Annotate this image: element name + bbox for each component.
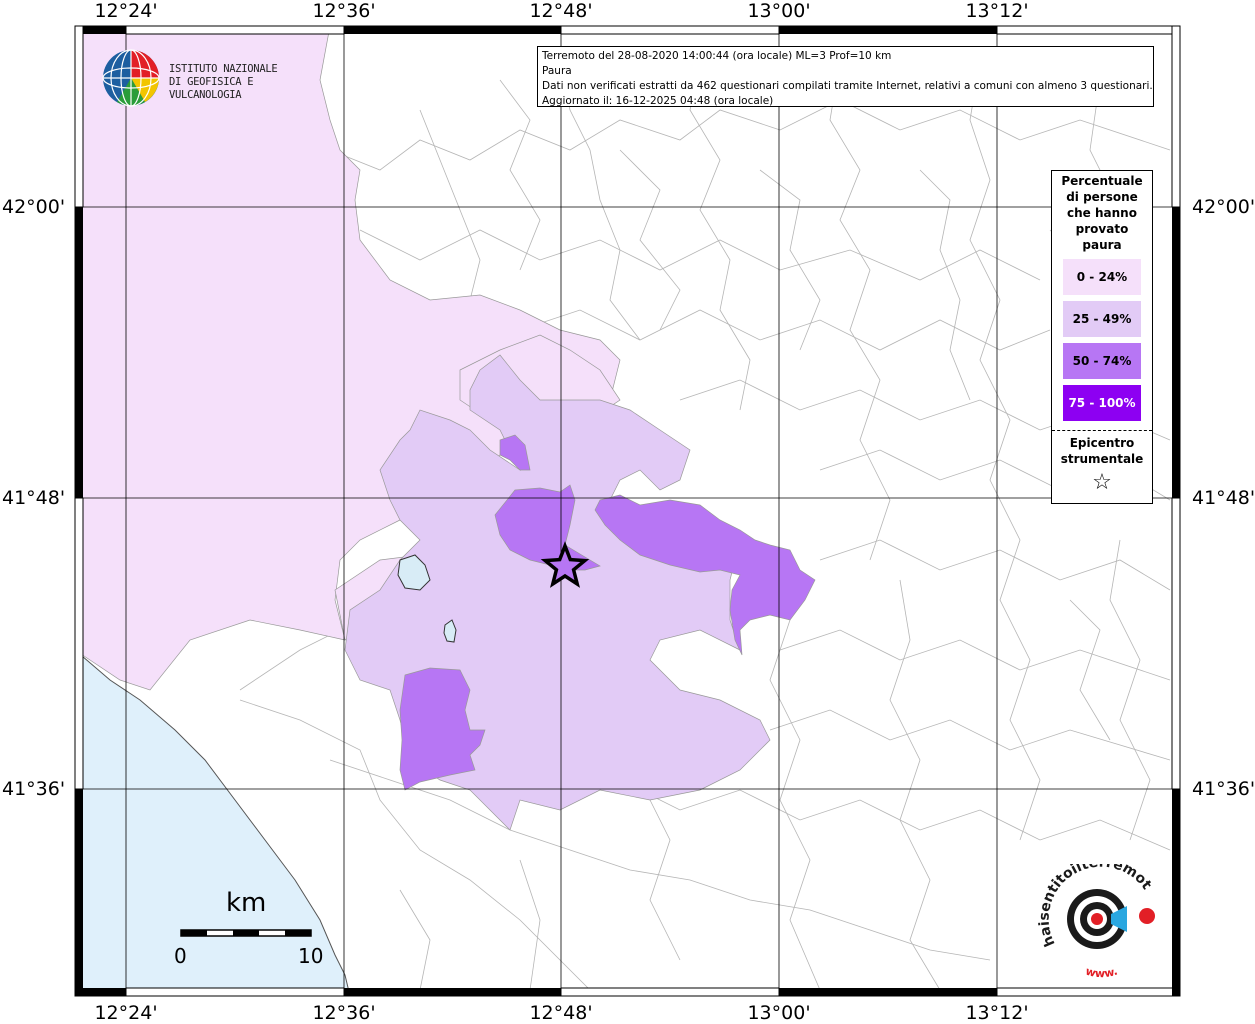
haisentitoilterremoto-logo: haisentitoilterremoto.it www. — [1030, 852, 1175, 984]
hst-logo-prefix: www. — [1084, 965, 1119, 981]
lon-label-top: 13°00' — [747, 0, 811, 22]
globe-icon — [102, 49, 160, 107]
legend-title: Percentuale di persone che hanno provato… — [1061, 174, 1143, 252]
event-info-line: Dati non verificati estratti da 462 ques… — [542, 80, 1153, 92]
scale-bar — [180, 929, 312, 937]
lat-label-right: 41°48' — [1192, 487, 1255, 509]
lon-label-bottom: 12°48' — [529, 1002, 593, 1024]
legend-swatch: 0 - 24% — [1063, 259, 1141, 295]
lon-label-bottom: 13°12' — [965, 1002, 1029, 1024]
lon-label-top: 12°36' — [312, 0, 376, 22]
legend-swatch: 75 - 100% — [1063, 385, 1141, 421]
legend-swatch-label: 0 - 24% — [1076, 270, 1128, 284]
lon-label-bottom: 12°36' — [312, 1002, 376, 1024]
scale-max-label: 10 — [298, 944, 324, 968]
legend-epicenter-label: Epicentro strumentale — [1060, 436, 1144, 466]
epicenter-star-legend-icon: ☆ — [1092, 470, 1112, 495]
legend-swatch-label: 50 - 74% — [1072, 354, 1132, 368]
lon-label-bottom: 13°00' — [747, 1002, 811, 1024]
lon-label-top: 12°48' — [529, 0, 593, 22]
legend-swatch: 25 - 49% — [1063, 301, 1141, 337]
lat-label-left: 41°48' — [2, 487, 66, 509]
map-legend: Percentuale di persone che hanno provato… — [1051, 170, 1153, 504]
lon-label-top: 13°12' — [965, 0, 1029, 22]
event-info-line: Terremoto del 28-08-2020 14:00:44 (ora l… — [542, 50, 892, 62]
lat-label-left: 42°00' — [2, 196, 66, 218]
ingv-logo-line2: DI GEOFISICA E VULCANOLOGIA — [169, 76, 254, 101]
ingv-logo-line1: ISTITUTO NAZIONALE — [169, 63, 278, 75]
scale-unit-label: km — [226, 888, 267, 918]
hst-logo-prefix-path: www. — [1084, 965, 1119, 981]
event-info-line: Paura — [542, 65, 572, 77]
ingv-logo: ISTITUTO NAZIONALE DI GEOFISICA E VULCAN… — [101, 47, 311, 109]
lat-label-left: 41°36' — [2, 778, 66, 800]
event-info-line: Aggiornato il: 16-12-2025 04:48 (ora loc… — [542, 95, 774, 107]
legend-divider — [1052, 430, 1152, 431]
lon-label-top: 12°24' — [94, 0, 158, 22]
lat-label-right: 41°36' — [1192, 778, 1255, 800]
lon-label-bottom: 12°24' — [94, 1002, 158, 1024]
scale-min-label: 0 — [174, 944, 187, 968]
legend-swatch: 50 - 74% — [1063, 343, 1141, 379]
event-info-box: Terremoto del 28-08-2020 14:00:44 (ora l… — [537, 46, 1154, 107]
legend-swatch-label: 25 - 49% — [1072, 312, 1132, 326]
legend-swatch-label: 75 - 100% — [1068, 396, 1136, 410]
lat-label-right: 42°00' — [1192, 196, 1255, 218]
